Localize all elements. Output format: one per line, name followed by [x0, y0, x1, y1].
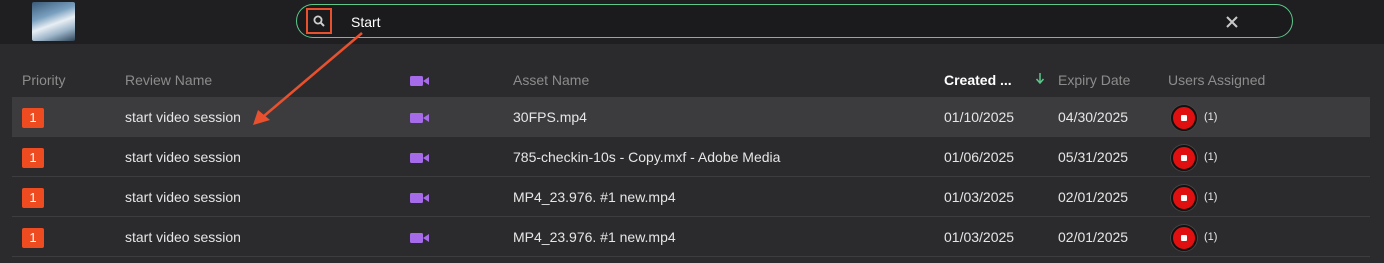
sort-descending-arrow-icon[interactable]	[1036, 73, 1044, 84]
user-avatar[interactable]	[1171, 185, 1197, 211]
column-header-priority[interactable]: Priority	[22, 72, 66, 88]
users-assigned-count: (1)	[1204, 231, 1218, 243]
created-date: 01/03/2025	[944, 229, 1015, 245]
user-avatar[interactable]	[1171, 225, 1197, 251]
video-camera-icon	[410, 113, 429, 123]
user-avatar[interactable]	[1171, 145, 1197, 171]
table-row[interactable]: 1 start video session MP4_23.976. #1 new…	[12, 177, 1370, 217]
top-bar	[0, 0, 1384, 44]
expiry-date: 02/01/2025	[1058, 189, 1129, 205]
priority-badge: 1	[22, 188, 44, 208]
asset-name[interactable]: MP4_23.976. #1 new.mp4	[513, 189, 676, 205]
video-camera-icon	[410, 233, 429, 243]
priority-badge: 1	[22, 228, 44, 248]
table-row[interactable]: 1 start video session 30FPS.mp4 01/10/20…	[12, 97, 1370, 137]
video-camera-icon	[410, 193, 429, 203]
thumbnail-image[interactable]	[32, 2, 75, 41]
table-row[interactable]: 1 start video session 785-checkin-10s - …	[12, 137, 1370, 177]
table-header: Priority Review Name Asset Name Created …	[12, 64, 1370, 96]
user-avatar[interactable]	[1171, 105, 1197, 131]
asset-name[interactable]: 785-checkin-10s - Copy.mxf - Adobe Media	[513, 149, 780, 165]
users-assigned-count: (1)	[1204, 111, 1218, 123]
column-header-users-assigned[interactable]: Users Assigned	[1168, 72, 1265, 88]
column-header-asset-name[interactable]: Asset Name	[513, 72, 589, 88]
search-box	[296, 4, 1293, 38]
asset-name[interactable]: MP4_23.976. #1 new.mp4	[513, 229, 676, 245]
search-input[interactable]	[351, 11, 1211, 33]
users-assigned-count: (1)	[1204, 191, 1218, 203]
review-name[interactable]: start video session	[125, 189, 241, 205]
review-name[interactable]: start video session	[125, 109, 241, 125]
users-assigned-count: (1)	[1204, 151, 1218, 163]
asset-name[interactable]: 30FPS.mp4	[513, 109, 587, 125]
priority-badge: 1	[22, 148, 44, 168]
review-name[interactable]: start video session	[125, 229, 241, 245]
search-button[interactable]	[306, 8, 332, 34]
created-date: 01/03/2025	[944, 189, 1015, 205]
table-row[interactable]: 1 start video session MP4_23.976. #1 new…	[12, 217, 1370, 257]
video-camera-icon[interactable]	[410, 75, 430, 87]
expiry-date: 05/31/2025	[1058, 149, 1129, 165]
column-header-review-name[interactable]: Review Name	[125, 72, 212, 88]
review-name[interactable]: start video session	[125, 149, 241, 165]
created-date: 01/06/2025	[944, 149, 1015, 165]
video-camera-icon	[410, 153, 429, 163]
created-date: 01/10/2025	[944, 109, 1015, 125]
clear-search-icon[interactable]	[1225, 15, 1239, 29]
column-header-created[interactable]: Created ...	[944, 72, 1012, 88]
search-icon	[313, 15, 325, 27]
column-header-expiry-date[interactable]: Expiry Date	[1058, 72, 1130, 88]
expiry-date: 04/30/2025	[1058, 109, 1129, 125]
priority-badge: 1	[22, 108, 44, 128]
expiry-date: 02/01/2025	[1058, 229, 1129, 245]
